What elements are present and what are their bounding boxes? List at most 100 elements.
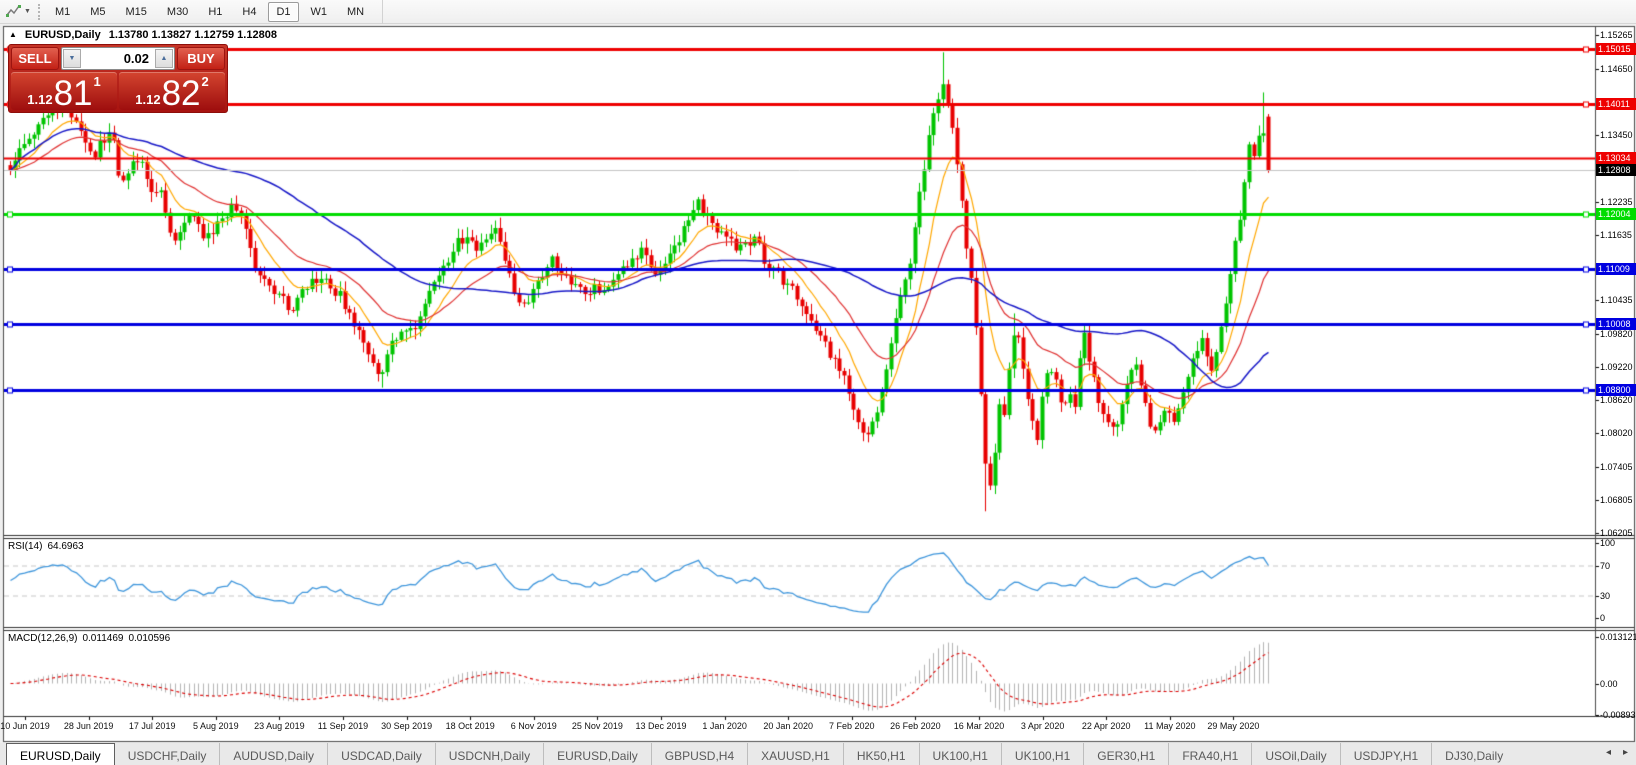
buy-button[interactable]: BUY [177,47,225,70]
timeframe-button-m1[interactable]: M1 [47,2,78,22]
sell-button[interactable]: SELL [11,47,59,70]
y-axis-tick: 1.07405 [1600,462,1633,473]
price-line-label: 1.10008 [1596,317,1636,330]
tab-hk50-h1[interactable]: HK50,H1 [842,743,919,765]
buy-price-sup: 2 [201,74,209,89]
y-axis-tick: 1.06205 [1600,528,1633,538]
y-axis-tick: 1.11635 [1600,229,1632,240]
price-line-label: 1.11009 [1596,262,1636,275]
volume-value[interactable]: 0.02 [82,48,154,69]
x-axis-label: 5 Aug 2019 [193,721,239,731]
rsi-panel-label: RSI(14) 64.6963 [8,541,84,552]
tab-dj30-daily[interactable]: DJ30,Daily [1431,743,1516,765]
x-axis-label: 23 Aug 2019 [254,721,305,731]
x-axis-label: 16 Mar 2020 [953,721,1005,731]
x-axis-label: 18 Oct 2019 [445,721,495,731]
price-line-label: 1.13034 [1596,151,1636,164]
one-click-trading-panel: SELL ▼ 0.02 ▲ BUY 1.12 81 1 1.12 82 2 [8,44,228,113]
rsi-axis-tick: 100 [1600,538,1616,548]
rsi-axis-tick: 70 [1600,560,1611,571]
y-axis-tick: 1.12235 [1600,196,1633,207]
tab-gbpusd-h4[interactable]: GBPUSD,H4 [650,743,747,765]
price-line-label: 1.14011 [1596,97,1636,110]
volume-increase-button[interactable]: ▲ [155,49,173,68]
price-line-label: 1.08800 [1596,384,1636,397]
y-axis-tick: 1.10435 [1600,295,1633,306]
x-axis-label: 28 Jun 2019 [63,721,114,731]
x-axis-label: 13 Dec 2019 [635,721,687,731]
x-axis-label: 25 Nov 2019 [571,721,623,731]
tab-next-icon[interactable]: ▸ [1623,747,1628,758]
y-axis-tick: 1.14650 [1600,63,1633,74]
macd-panel-label: MACD(12,26,9) 0.011469 0.010596 [8,633,171,644]
chart-symbol-period: EURUSD,Daily [24,29,101,41]
tab-uk100-h1[interactable]: UK100,H1 [918,743,1001,765]
y-axis-tick: 1.06805 [1600,495,1633,506]
price-line-label: 1.15015 [1596,42,1636,55]
x-axis-label: 1 Jan 2020 [702,721,747,731]
tab-usdcad-daily[interactable]: USDCAD,Daily [327,743,435,765]
macd-axis-tick: 0.013121 [1600,632,1636,642]
tab-usdchf-daily[interactable]: USDCHF,Daily [115,743,220,765]
volume-decrease-button[interactable]: ▼ [63,49,81,68]
tab-eurusd-daily[interactable]: EURUSD,Daily [6,743,115,765]
timeframe-button-h1[interactable]: H1 [200,2,230,22]
y-axis-tick: 1.09220 [1600,362,1633,373]
tab-prev-icon[interactable]: ◂ [1606,747,1611,758]
price-line-label: 1.12004 [1596,208,1636,221]
x-axis-label: 11 Sep 2019 [317,721,369,731]
timeframe-button-d1[interactable]: D1 [268,1,299,22]
tab-uk100-h1[interactable]: UK100,H1 [1000,743,1083,765]
tab-audusd-daily[interactable]: AUDUSD,Daily [219,743,327,765]
x-axis-label: 30 Sep 2019 [381,721,433,731]
macd-axis-tick: 0.00 [1600,678,1618,689]
chart-overlay: 1.15265 1.14650 1.13450 1.12235 1.11635 1.104… [0,0,1636,765]
timeframe-button-m15[interactable]: M15 [118,2,155,22]
caret-down-icon[interactable]: ▼ [24,8,31,15]
y-axis-tick: 1.15265 [1600,30,1633,40]
y-axis-tick: 1.09820 [1600,329,1633,340]
x-axis-label: 6 Nov 2019 [510,721,557,731]
buy-price-display[interactable]: 1.12 82 2 [119,72,225,113]
x-axis-label: 17 Jul 2019 [128,721,176,731]
sell-price-small: 1.12 [27,92,53,107]
current-price-label: 1.12808 [1596,164,1636,177]
x-axis-label: 7 Feb 2020 [829,721,875,731]
sell-price-display[interactable]: 1.12 81 1 [11,72,117,113]
tab-navigation: ◂ ▸ [1606,747,1628,758]
sell-price-sup: 1 [93,74,101,89]
x-axis-label: 3 Apr 2020 [1020,721,1065,731]
y-axis-tick: 1.08620 [1600,395,1633,406]
tab-usdjpy-h1[interactable]: USDJPY,H1 [1339,743,1431,765]
timeframe-button-mn[interactable]: MN [339,2,372,22]
macd-axis-tick: -0.008931 [1600,710,1636,721]
x-axis-label: 20 Jan 2020 [763,721,813,731]
rsi-axis-tick: 30 [1600,590,1611,601]
tab-eurusd-daily[interactable]: EURUSD,Daily [543,743,651,765]
tab-ger30-h1[interactable]: GER30,H1 [1083,743,1168,765]
tab-usdcnh-daily[interactable]: USDCNH,Daily [434,743,543,765]
tab-fra40-h1[interactable]: FRA40,H1 [1168,743,1251,765]
collapse-icon[interactable]: ▲ [9,30,17,39]
tab-usoil-daily[interactable]: USOil,Daily [1251,743,1339,765]
x-axis-label: 11 May 2020 [1144,721,1196,731]
x-axis-label: 26 Feb 2020 [890,721,941,731]
timeframe-button-m5[interactable]: M5 [82,2,113,22]
y-axis-tick: 1.13450 [1600,129,1633,140]
tab-xauusd-h1[interactable]: XAUUSD,H1 [747,743,843,765]
toolbar-grip[interactable] [37,3,40,20]
draw-tool-icon[interactable] [5,3,22,20]
buy-price-small: 1.12 [135,92,161,107]
volume-stepper: ▼ 0.02 ▲ [61,47,175,70]
chart-title-bar: ▲ EURUSD,Daily 1.13780 1.13827 1.12759 1… [9,29,277,41]
x-axis-label: 22 Apr 2020 [1081,721,1131,731]
buy-price-big: 82 [161,74,201,113]
x-axis-label: 10 Jun 2019 [0,721,50,731]
chart-ohlc-values: 1.13780 1.13827 1.12759 1.12808 [108,29,277,41]
timeframe-button-h4[interactable]: H4 [234,2,264,22]
y-axis-tick: 1.08020 [1600,428,1633,439]
timeframe-button-m30[interactable]: M30 [159,2,196,22]
sell-price-big: 81 [53,74,93,113]
timeframe-button-w1[interactable]: W1 [303,2,336,22]
top-toolbar: ▼ M1 M5 M15 M30 H1 H4 D1 W1 MN [0,0,1636,24]
